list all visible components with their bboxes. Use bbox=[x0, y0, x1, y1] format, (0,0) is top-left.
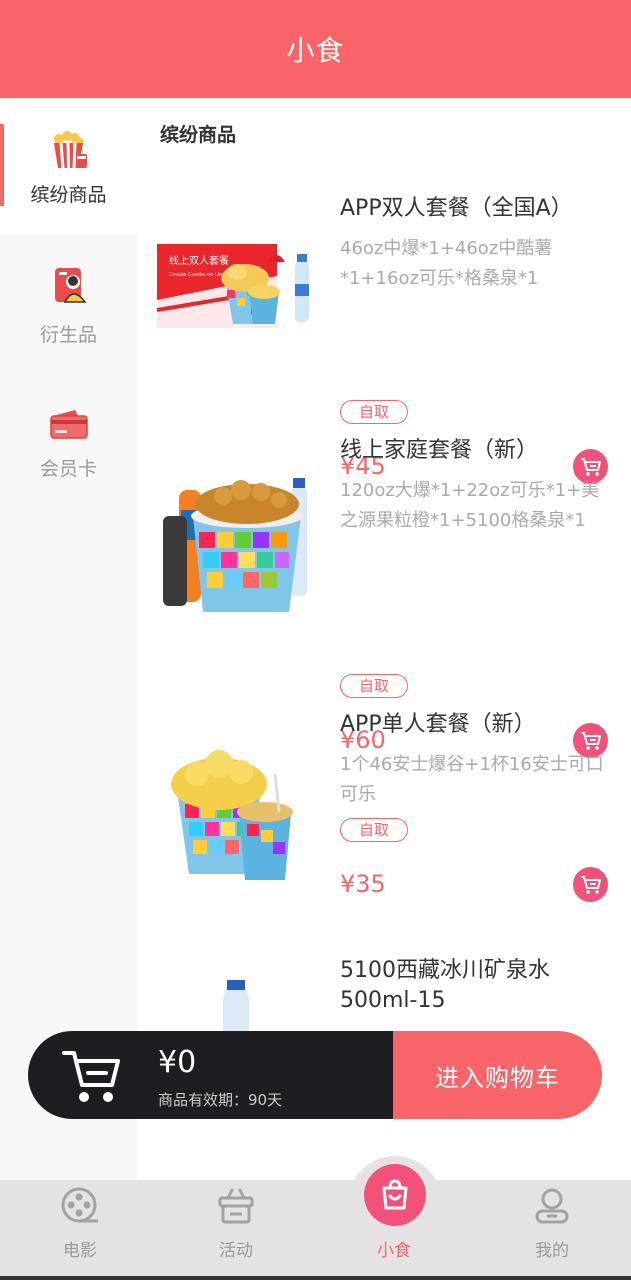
product-name: APP双人套餐（全国A） bbox=[340, 196, 573, 221]
tab-activities[interactable]: 活动 bbox=[176, 1180, 296, 1276]
tab-label: 我的 bbox=[535, 1241, 569, 1261]
active-indicator bbox=[0, 124, 4, 206]
add-to-cart-button[interactable] bbox=[573, 867, 608, 902]
tab-label: 小食 bbox=[377, 1241, 411, 1261]
product-image-caption: 线上双人套餐 bbox=[169, 254, 229, 267]
product-item[interactable]: 线上家庭套餐（新） 120oz大爆*1+22oz可乐*1+美之源果粒橙*1+51… bbox=[137, 436, 631, 758]
page-title: 小食 bbox=[286, 34, 345, 67]
validity-note: 商品有效期：90天 bbox=[158, 1091, 283, 1109]
tab-label: 电影 bbox=[63, 1241, 97, 1261]
cart-summary-bar: ¥0 商品有效期：90天 进入购物车 bbox=[28, 1031, 602, 1119]
product-description: 120oz大爆*1+22oz可乐*1+美之源果粒橙*1+5100格桑泉*1 bbox=[340, 480, 600, 531]
gift-icon bbox=[216, 1186, 256, 1226]
product-name: 线上家庭套餐（新） bbox=[340, 438, 539, 463]
pickup-tag: 自取 bbox=[340, 674, 409, 698]
product-name: 5100西藏冰川矿泉水500ml-15 bbox=[340, 958, 550, 1013]
product-list: 缤纷商品 线上双人套餐 Couple Combo on Line APP双人套餐… bbox=[137, 98, 631, 1180]
sidebar-item-colorful-goods[interactable]: 缤纷商品 bbox=[0, 98, 137, 234]
sidebar-item-label: 缤纷商品 bbox=[30, 184, 107, 206]
category-sidebar: 缤纷商品 衍生品 会员卡 bbox=[0, 98, 137, 1180]
pickup-tag: 自取 bbox=[340, 818, 409, 842]
sidebar-item-label: 会员卡 bbox=[39, 458, 97, 480]
tab-snacks[interactable]: 小食 bbox=[334, 1180, 454, 1276]
tab-mine[interactable]: 我的 bbox=[492, 1180, 612, 1276]
tab-icon-spacer bbox=[374, 1186, 414, 1226]
top-header: 小食 bbox=[0, 0, 631, 98]
product-item[interactable]: APP单人套餐（新） 1个46安士爆谷+1杯16安士可口可乐 自取 ¥35 bbox=[137, 710, 631, 930]
user-icon bbox=[532, 1186, 572, 1226]
cart-total-amount: ¥0 bbox=[158, 1045, 197, 1080]
bottom-tab-bar: 电影 活动 小食 我的 bbox=[0, 1156, 631, 1280]
product-image[interactable] bbox=[157, 734, 319, 884]
merchandise-icon bbox=[49, 266, 89, 310]
cart-summary[interactable]: ¥0 商品有效期：90天 bbox=[28, 1031, 393, 1119]
film-reel-icon bbox=[60, 1186, 100, 1226]
product-price: ¥35 bbox=[340, 870, 386, 898]
member-card-icon bbox=[49, 408, 89, 444]
product-image[interactable] bbox=[157, 476, 319, 620]
product-description: 1个46安士爆谷+1杯16安士可口可乐 bbox=[340, 754, 604, 805]
sidebar-item-label: 衍生品 bbox=[39, 324, 97, 346]
product-image[interactable]: 线上双人套餐 Couple Combo on Line bbox=[156, 240, 319, 332]
sidebar-item-merchandise[interactable]: 衍生品 bbox=[0, 266, 137, 346]
section-title: 缤纷商品 bbox=[160, 124, 237, 146]
sidebar-item-member-card[interactable]: 会员卡 bbox=[0, 408, 137, 484]
tab-label: 活动 bbox=[219, 1241, 253, 1261]
product-item[interactable]: 线上双人套餐 Couple Combo on Line APP双人套餐（全国A）… bbox=[137, 194, 631, 484]
product-description: 46oz中爆*1+46oz中酷薯*1+16oz可乐*格桑泉*1 bbox=[340, 238, 553, 289]
pickup-tag: 自取 bbox=[340, 400, 409, 424]
product-name: APP单人套餐（新） bbox=[340, 712, 536, 737]
popcorn-icon bbox=[49, 130, 89, 174]
product-image-subcaption: Couple Combo on Line bbox=[169, 272, 225, 278]
system-nav-strip bbox=[0, 1276, 631, 1280]
shopping-cart-icon bbox=[62, 1047, 122, 1109]
go-to-cart-button[interactable]: 进入购物车 bbox=[393, 1031, 602, 1119]
cart-add-icon bbox=[580, 875, 601, 894]
tab-movies[interactable]: 电影 bbox=[20, 1180, 140, 1276]
